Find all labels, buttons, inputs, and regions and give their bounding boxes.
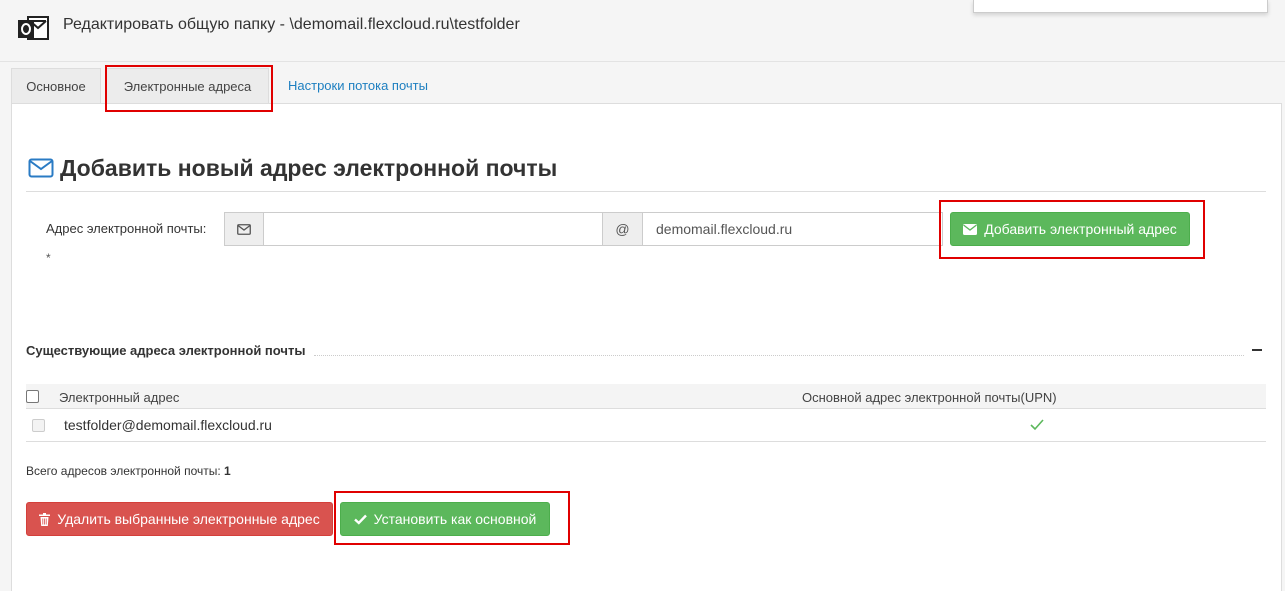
collapse-icon[interactable] (1252, 349, 1262, 351)
user-dropdown-panel (973, 0, 1268, 13)
existing-emails-title: Существующие адреса электронной почты (26, 343, 306, 358)
tab-basic[interactable]: Основное (11, 68, 101, 104)
add-email-section-title: Добавить новый адрес электронной почты (28, 152, 557, 184)
envelope-icon (28, 158, 54, 178)
column-header-email: Электронный адрес (59, 390, 180, 405)
tab-mail-flow-settings[interactable]: Настроки потока почты (278, 68, 438, 104)
row-divider (26, 441, 1266, 442)
total-label: Всего адресов электронной почты: (26, 464, 221, 478)
total-count-line: Всего адресов электронной почты: 1 (26, 464, 231, 478)
email-domain-field[interactable]: demomail.flexcloud.ru (643, 212, 943, 246)
envelope-icon (237, 223, 251, 235)
tab-email-addresses[interactable]: Электронные адреса (106, 68, 269, 104)
add-email-button[interactable]: Добавить электронный адрес (950, 212, 1190, 246)
required-mark: * (46, 251, 51, 265)
at-addon: @ (602, 212, 643, 246)
envelope-icon (963, 223, 978, 235)
row-checkbox[interactable] (32, 419, 45, 432)
column-header-upn: Основной адрес электронной почты(UPN) (802, 390, 1057, 405)
section-divider (26, 191, 1266, 192)
checkmark-icon (1030, 419, 1044, 431)
select-all-checkbox[interactable] (26, 390, 39, 403)
outlook-icon (18, 16, 49, 40)
section-title-text: Добавить новый адрес электронной почты (60, 154, 558, 181)
delete-button-label: Удалить выбранные электронные адрес (57, 511, 320, 527)
checkmark-icon (353, 514, 367, 525)
dotted-divider (314, 355, 1244, 356)
total-count: 1 (224, 464, 231, 478)
email-field-label: Адрес электронной почты: (46, 221, 207, 236)
trash-icon (39, 512, 51, 526)
add-email-button-label: Добавить электронный адрес (984, 221, 1177, 237)
email-input-group: @ demomail.flexcloud.ru (224, 212, 943, 246)
envelope-addon (224, 212, 264, 246)
set-primary-button-label: Установить как основной (373, 511, 537, 527)
page-title: Редактировать общую папку - \demomail.fl… (63, 16, 520, 33)
email-local-part-input[interactable] (264, 212, 602, 246)
delete-selected-button[interactable]: Удалить выбранные электронные адрес (26, 502, 333, 536)
set-primary-button[interactable]: Установить как основной (340, 502, 550, 536)
table-header (26, 384, 1266, 409)
table-row-email: testfolder@demomail.flexcloud.ru (64, 417, 272, 433)
